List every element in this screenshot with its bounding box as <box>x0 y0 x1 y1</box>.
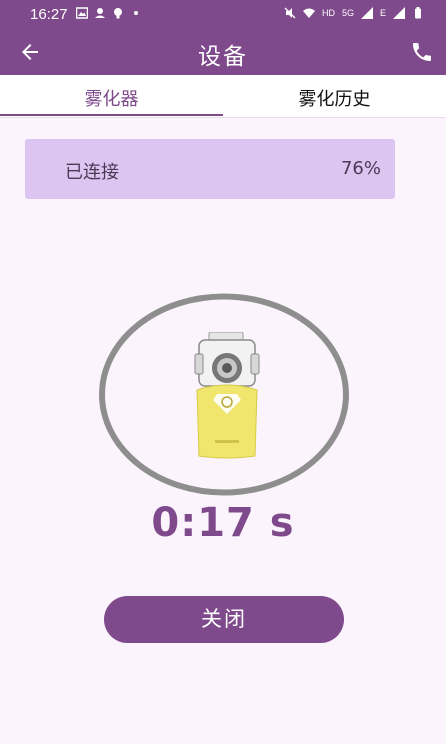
status-bar: 16:27 HD 5G E <box>0 0 446 29</box>
phone-icon[interactable] <box>410 40 434 64</box>
countdown-timer: 0:17 s <box>151 500 295 546</box>
signal-icon <box>360 7 373 19</box>
close-button[interactable]: 关闭 <box>104 596 344 643</box>
app-bar: 设备 <box>0 29 446 75</box>
status-right-icons: HD 5G E <box>284 7 424 19</box>
5g-label: 5G <box>341 8 354 18</box>
connection-status-card: 已连接 76% <box>25 139 395 199</box>
e-label: E <box>379 8 386 18</box>
connection-status: 已连接 <box>65 162 119 183</box>
battery-icon <box>415 7 421 19</box>
tab-indicator <box>0 114 223 116</box>
status-time: 16:27 <box>30 6 68 23</box>
notification-icon <box>95 8 105 18</box>
mute-icon <box>284 7 296 19</box>
hd-label: HD <box>321 8 335 18</box>
dot-icon <box>134 11 138 15</box>
signal-icon-2 <box>393 7 405 19</box>
image-icon <box>76 7 88 19</box>
tab-bar: 雾化器 雾化历史 <box>0 75 446 118</box>
status-left-icons <box>76 7 142 19</box>
battery-level: 76% <box>340 158 381 179</box>
nebulizer-device-image <box>194 332 260 459</box>
wifi-icon <box>302 8 315 18</box>
tab-nebulizer[interactable]: 雾化器 <box>0 85 223 111</box>
page-title: 设备 <box>198 44 248 70</box>
tab-nebulization-history[interactable]: 雾化历史 <box>223 85 446 111</box>
bulb-icon <box>114 8 122 19</box>
